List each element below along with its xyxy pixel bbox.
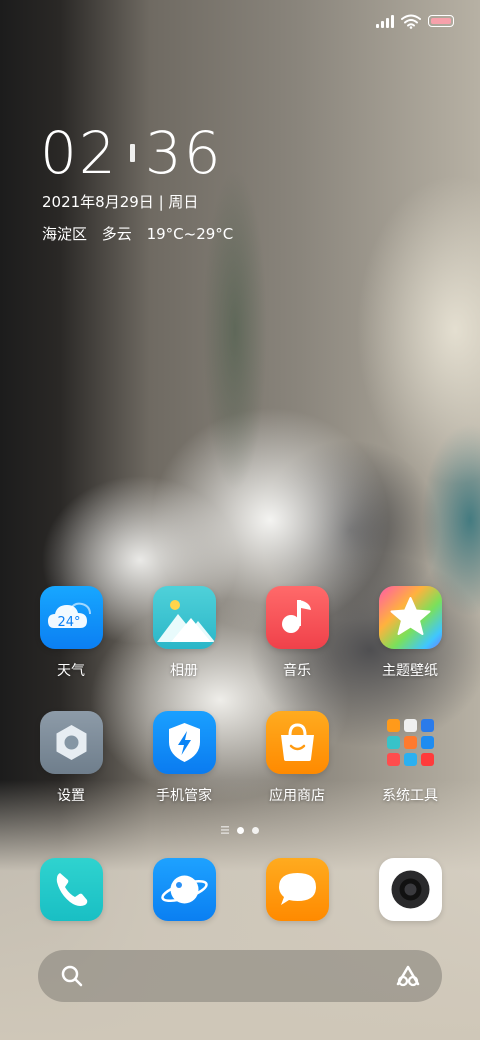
app-store[interactable]: 应用商店 xyxy=(247,711,347,805)
app-label: 主题壁纸 xyxy=(382,663,438,679)
clock-minutes: 36 xyxy=(144,119,223,187)
folder-icon xyxy=(379,711,442,774)
wifi-icon xyxy=(401,14,421,29)
battery-icon xyxy=(428,15,454,27)
dock-browser[interactable] xyxy=(134,858,234,921)
dock-messages[interactable] xyxy=(247,858,347,921)
settings-icon xyxy=(39,711,103,774)
browser-icon xyxy=(152,858,216,921)
weather-temp-range: 19°C~29°C xyxy=(146,225,234,243)
weather-icon-temp: 24° xyxy=(57,615,80,630)
app-label: 应用商店 xyxy=(269,788,325,804)
page-dot[interactable] xyxy=(252,826,259,834)
app-label: 音乐 xyxy=(283,663,311,679)
page-indicator[interactable] xyxy=(0,824,480,836)
app-security[interactable]: 手机管家 xyxy=(134,711,234,805)
dock-phone[interactable] xyxy=(21,858,121,921)
dock-camera[interactable] xyxy=(360,858,460,921)
app-gallery[interactable]: 相册 xyxy=(134,586,234,680)
clock-separator xyxy=(129,144,135,162)
weather-district: 海淀区 xyxy=(42,225,88,243)
app-label: 手机管家 xyxy=(156,788,212,804)
weather-condition: 多云 xyxy=(101,225,132,243)
app-settings[interactable]: 设置 xyxy=(21,711,121,805)
weather-icon: 24° xyxy=(39,586,103,649)
page-dot-active[interactable] xyxy=(237,826,244,834)
list-view-icon xyxy=(221,826,229,834)
date-text[interactable]: 2021年8月29日 | 周日 xyxy=(42,190,198,214)
app-label: 相册 xyxy=(170,663,198,679)
phone-icon xyxy=(39,858,103,921)
clock-hours: 02 xyxy=(40,119,118,187)
app-music[interactable]: 音乐 xyxy=(247,586,347,680)
clock-widget[interactable]: 02 36 xyxy=(40,122,223,184)
themes-icon xyxy=(378,586,442,649)
security-icon xyxy=(152,711,216,774)
assistant-icon[interactable] xyxy=(394,964,422,988)
camera-icon xyxy=(378,858,442,921)
app-label: 系统工具 xyxy=(382,788,438,804)
signal-icon xyxy=(376,14,394,28)
app-themes[interactable]: 主题壁纸 xyxy=(360,586,460,680)
weather-summary[interactable]: 海淀区 多云 19°C~29°C xyxy=(42,222,243,246)
app-folder-tools[interactable]: 系统工具 xyxy=(360,711,460,805)
app-label: 天气 xyxy=(57,663,85,679)
home-screen: 02 36 2021年8月29日 | 周日 海淀区 多云 19°C~29°C 2… xyxy=(0,0,480,1040)
search-icon xyxy=(61,965,83,987)
app-weather[interactable]: 24° 天气 xyxy=(21,586,121,680)
app-label: 设置 xyxy=(57,788,85,804)
app-store-icon xyxy=(265,711,329,774)
messages-icon xyxy=(265,858,329,921)
music-icon xyxy=(265,586,329,649)
status-bar xyxy=(376,10,454,32)
search-bar[interactable] xyxy=(38,950,442,1002)
gallery-icon xyxy=(152,586,216,649)
